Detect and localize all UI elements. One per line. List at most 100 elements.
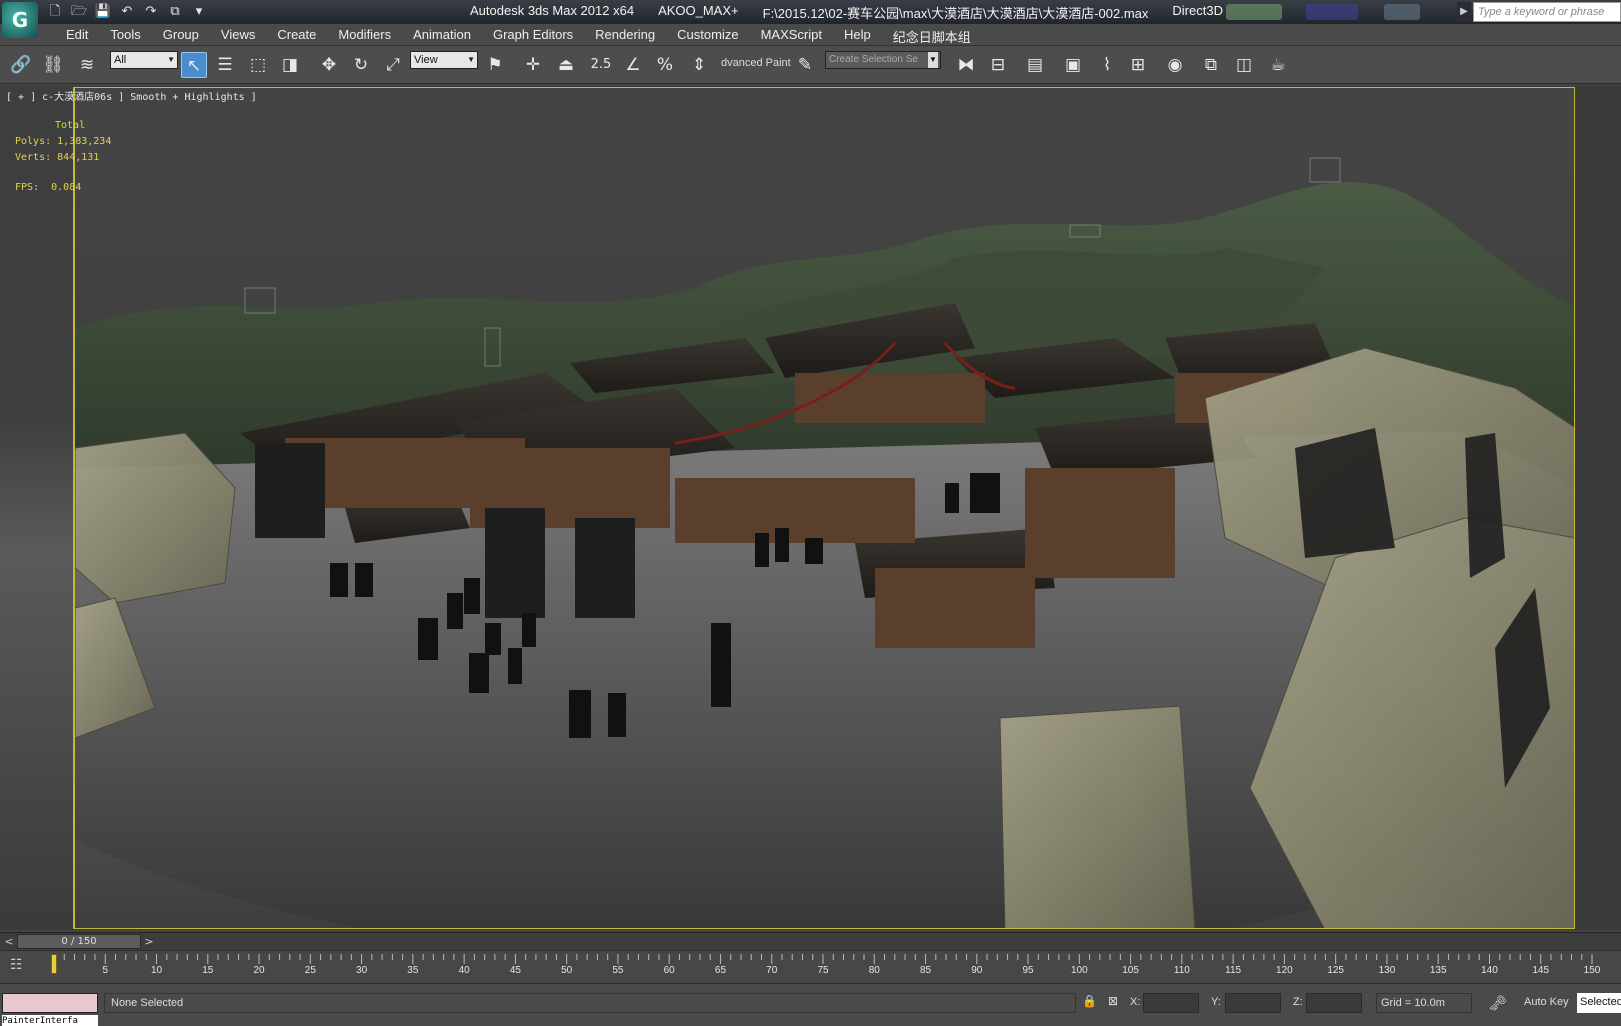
menu-item[interactable]: Edit [55, 27, 99, 46]
select-by-name-icon[interactable]: ☰ [212, 52, 238, 78]
frame-tick-label: 70 [766, 965, 778, 976]
redo-icon[interactable]: ↷ [142, 3, 160, 21]
frame-tick-label: 130 [1378, 965, 1396, 976]
render-production-icon[interactable]: ☕ [1265, 52, 1291, 78]
graphite-tools-icon[interactable]: ▣ [1060, 52, 1086, 78]
lock-selection-icon[interactable]: 🔒 [1082, 994, 1097, 1008]
curve-editor-icon[interactable]: ⌇ [1094, 52, 1120, 78]
angle-snap-icon[interactable]: ∠ [620, 52, 646, 78]
viewport-label-menu[interactable]: [ + ] c-大漠酒店06s ] Smooth + Highlights ] [6, 88, 257, 103]
edit-named-selection-icon[interactable]: ✎ [792, 52, 818, 78]
menu-item[interactable]: Rendering [584, 27, 666, 46]
select-and-manipulate-icon[interactable]: ✛ [520, 52, 546, 78]
pivot-point-center-icon[interactable]: ⚑ [482, 52, 508, 78]
time-slider[interactable]: < 0 / 150 > [0, 932, 1621, 950]
y-coordinate-field[interactable] [1225, 993, 1281, 1013]
chevron-down-icon: ▼ [167, 55, 175, 64]
select-and-move-icon[interactable]: ✥ [316, 52, 342, 78]
mirror-icon[interactable]: ⧓ [953, 52, 979, 78]
rendered-frame-window-icon[interactable]: ◫ [1231, 52, 1257, 78]
chevron-down-icon: ▼ [467, 55, 475, 64]
file-path: F:\2015.12\02-赛车公园\max\大漠酒店\大漠酒店\大漠酒店-00… [762, 6, 1149, 21]
render-setup-icon[interactable]: ⧉ [1198, 52, 1224, 78]
menu-bar: Edit Tools Group Views Create Modifiers Animat… [0, 24, 1621, 46]
frame-tick-label: 75 [817, 965, 829, 976]
time-slider-prev-button[interactable]: < [2, 934, 16, 949]
time-slider-next-button[interactable]: > [142, 934, 156, 949]
menu-item[interactable]: MAXScript [750, 27, 833, 46]
select-and-rotate-icon[interactable]: ↻ [348, 52, 374, 78]
auto-key-button[interactable]: Auto Key [1524, 996, 1569, 1008]
menu-item[interactable]: Animation [402, 27, 482, 46]
application-menu-button[interactable]: G [2, 2, 38, 38]
menu-item[interactable]: Help [833, 27, 882, 46]
menu-item[interactable]: Modifiers [327, 27, 402, 46]
project-folder-icon[interactable]: ⧉ [166, 3, 184, 21]
named-selection-set-dropdown[interactable]: Create Selection Se ▼ [825, 51, 941, 69]
keyboard-shortcut-override-icon[interactable]: ⏏ [553, 52, 579, 78]
frame-tick-label: 110 [1173, 965, 1190, 976]
align-icon[interactable]: ⊟ [985, 52, 1011, 78]
time-slider-thumb[interactable]: 0 / 150 [17, 934, 141, 949]
quick-access-toolbar: 🗋 🗁 💾 ↶ ↷ ⧉ ▾ [46, 2, 208, 22]
menu-item[interactable]: Views [210, 27, 266, 46]
set-key-icon[interactable]: 🗝 [1488, 994, 1507, 1012]
manage-layers-icon[interactable]: ▤ [1022, 52, 1048, 78]
frame-tick-label: 145 [1532, 965, 1550, 976]
new-file-icon[interactable]: 🗋 [46, 3, 64, 21]
frame-tick-label: 135 [1429, 965, 1447, 976]
frame-tick-label: 100 [1070, 965, 1088, 976]
menu-item[interactable]: Group [152, 27, 210, 46]
renderer-name: Direct3D [1172, 3, 1223, 18]
track-bar[interactable]: ☷ 5 10 15 20 25 30 35 40 45 50 55 60 65 70 75 80 85 90 95 1… [0, 950, 1621, 982]
save-file-icon[interactable]: 💾 [94, 3, 112, 21]
rectangular-selection-icon[interactable]: ⬚ [245, 52, 271, 78]
reference-coordinate-dropdown[interactable]: View ▼ [410, 51, 478, 69]
x-coordinate-field[interactable] [1143, 993, 1199, 1013]
grid-spacing: Grid = 10.0m [1376, 993, 1472, 1013]
x-coordinate-label: X: [1130, 996, 1141, 1008]
stats-verts: Verts: 844,131 [15, 150, 111, 166]
selection-filter-dropdown[interactable]: All ▼ [110, 51, 178, 69]
schematic-view-icon[interactable]: ⊞ [1125, 52, 1151, 78]
menu-item[interactable]: 纪念日脚本组 [882, 27, 982, 46]
snaps-toggle-icon[interactable]: 2.5 [588, 52, 614, 78]
bind-to-space-warp-icon[interactable]: ≋ [74, 52, 100, 78]
perspective-viewport[interactable] [74, 87, 1575, 929]
app-name: Autodesk 3ds Max 2012 x64 [470, 3, 635, 18]
scene-render [75, 157, 1574, 928]
chevron-down-icon: ▼ [928, 52, 938, 68]
menu-item[interactable]: Tools [99, 27, 151, 46]
key-filter-dropdown[interactable]: Selected [1577, 993, 1621, 1013]
undo-icon[interactable]: ↶ [118, 3, 136, 21]
maxscript-listener-line[interactable]: PainterInterfa [2, 1015, 98, 1026]
menu-item[interactable]: Create [266, 27, 327, 46]
maxscript-mini-listener[interactable] [2, 993, 98, 1013]
material-editor-icon[interactable]: ◉ [1162, 52, 1188, 78]
select-and-scale-icon[interactable]: ⤢ [380, 52, 406, 78]
select-and-link-icon[interactable]: 🔗 [8, 52, 34, 78]
current-frame-marker[interactable] [51, 954, 57, 974]
frame-tick-label: 80 [868, 965, 880, 976]
title-bar: 🗋 🗁 💾 ↶ ↷ ⧉ ▾ Autodesk 3ds Max 2012 x64 … [0, 0, 1621, 24]
select-object-icon[interactable]: ↖ [181, 52, 207, 78]
fps-value: 0.084 [51, 182, 82, 193]
unlink-selection-icon[interactable]: ⛓ [40, 52, 66, 78]
open-file-icon[interactable]: 🗁 [70, 3, 88, 21]
search-expand-icon[interactable]: ▶ [1457, 2, 1471, 22]
help-search-input[interactable]: Type a keyword or phrase [1473, 2, 1621, 22]
absolute-mode-transform-icon[interactable]: ⊠ [1108, 994, 1118, 1008]
advanced-paint-label[interactable]: dvanced Paint [721, 57, 791, 69]
menu-item[interactable]: Graph Editors [482, 27, 584, 46]
frame-tick-label: 95 [1022, 965, 1034, 976]
stats-fps: FPS: 0.084 [15, 180, 111, 196]
frame-tick-label: 120 [1276, 965, 1293, 976]
customize-quick-access-icon[interactable]: ▾ [190, 3, 208, 21]
percent-snap-icon[interactable]: % [652, 52, 678, 78]
window-crossing-icon[interactable]: ◨ [277, 52, 303, 78]
menu-item[interactable]: Customize [666, 27, 749, 46]
frame-tick-label: 105 [1122, 965, 1139, 976]
z-coordinate-field[interactable] [1306, 993, 1362, 1013]
frame-tick-label: 45 [509, 965, 521, 976]
spinner-snap-icon[interactable]: ⇕ [686, 52, 712, 78]
